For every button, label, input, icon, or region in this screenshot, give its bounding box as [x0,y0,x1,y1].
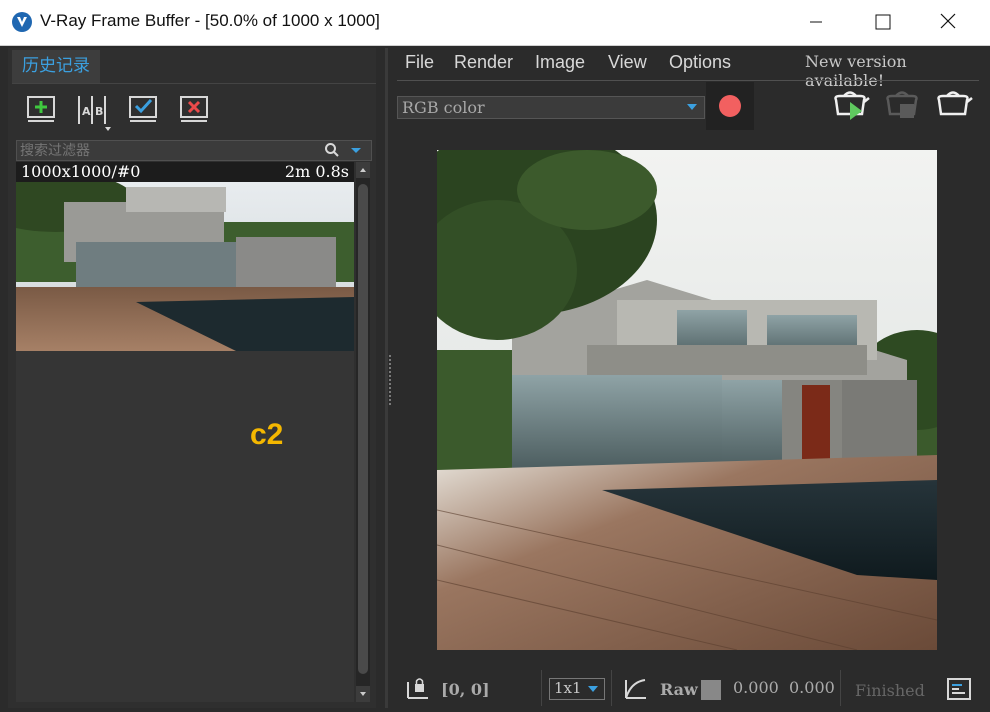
lock-coordinates-icon[interactable] [405,676,431,702]
history-filter-input[interactable] [20,141,310,160]
history-filter [16,140,372,161]
save-to-history-icon [27,96,55,122]
chevron-down-icon [687,104,697,110]
rendered-image[interactable] [437,150,937,650]
vray-app-icon [12,12,32,32]
history-thumbnail[interactable] [16,182,354,351]
curve-correction-icon[interactable] [623,676,649,702]
minimize-icon [810,21,822,23]
menu-divider [397,80,979,81]
history-panel: 历史记录 A B 搜索过滤器 1000x1000/#0 2m 0.8s [8,48,376,708]
maximize-button[interactable] [859,0,905,45]
history-list: 1000x1000/#0 2m 0.8s [16,162,354,702]
search-icon[interactable] [324,142,340,158]
render-log-icon[interactable] [947,678,971,700]
pixel-value-2: 0.000 [789,678,835,697]
raw-label: Raw [660,680,698,699]
tab-history[interactable]: 历史记录 [12,50,100,83]
new-version-link[interactable]: New version available! [805,52,990,90]
chevron-down-icon[interactable] [348,142,364,158]
track-mouse-button[interactable] [706,82,754,130]
status-separator [611,670,612,706]
arrow-down-icon [360,692,366,696]
maximize-icon [875,14,891,30]
menu-view[interactable]: View [608,52,647,73]
window-title: V-Ray Frame Buffer - [50.0% of 1000 x 10… [40,11,380,30]
ab-compare-icon: A B [78,96,111,131]
close-icon [940,13,956,29]
chevron-down-icon [588,686,598,692]
annotation-label: c2 [250,418,284,451]
menu-render[interactable]: Render [454,52,513,73]
interactive-render-icon[interactable] [882,86,922,122]
arrow-up-icon [360,168,366,172]
tab-divider [12,83,376,84]
render-teapot-icon[interactable] [830,86,870,122]
minimize-button[interactable] [793,0,839,45]
menu-image[interactable]: Image [535,52,585,73]
scroll-up-button[interactable] [356,162,370,178]
remove-history-icon [180,96,208,122]
load-history-icon [129,96,157,122]
close-button[interactable] [925,0,971,45]
history-item-caption[interactable]: 1000x1000/#0 2m 0.8s [16,162,354,182]
remove-history-button[interactable] [177,94,211,128]
save-to-history-button[interactable] [24,94,58,128]
color-swatch [701,680,721,700]
render-status: Finished [855,681,925,700]
status-separator [541,670,542,706]
panel-splitter[interactable] [385,48,388,708]
scroll-down-button[interactable] [356,686,370,702]
load-history-button[interactable] [126,94,160,128]
history-item-time: 2m 0.8s [284,162,349,181]
zoom-select[interactable]: 1x1 [549,678,605,700]
menu-file[interactable]: File [405,52,434,73]
pixel-value-1: 0.000 [733,678,779,697]
render-last-icon[interactable] [933,86,973,122]
ab-compare-button[interactable]: A B [74,94,111,131]
title-bar: V-Ray Frame Buffer - [50.0% of 1000 x 10… [0,0,990,46]
scroll-thumb[interactable] [358,184,368,674]
menu-bar: File Render Image View Options New versi… [393,48,990,90]
status-separator [840,670,841,706]
record-dot-icon [719,95,741,117]
frame-buffer-panel: File Render Image View Options New versi… [393,48,990,712]
zoom-select-value: 1x1 [554,679,582,697]
channel-select-value: RGB color [402,98,485,117]
svg-text:B: B [95,105,103,118]
svg-text:A: A [82,105,91,118]
menu-options[interactable]: Options [669,52,731,73]
history-scrollbar[interactable] [356,162,370,702]
channel-select[interactable]: RGB color [397,96,705,119]
history-item-label: 1000x1000/#0 [21,162,141,181]
coordinates-readout: [0, 0] [441,680,490,699]
